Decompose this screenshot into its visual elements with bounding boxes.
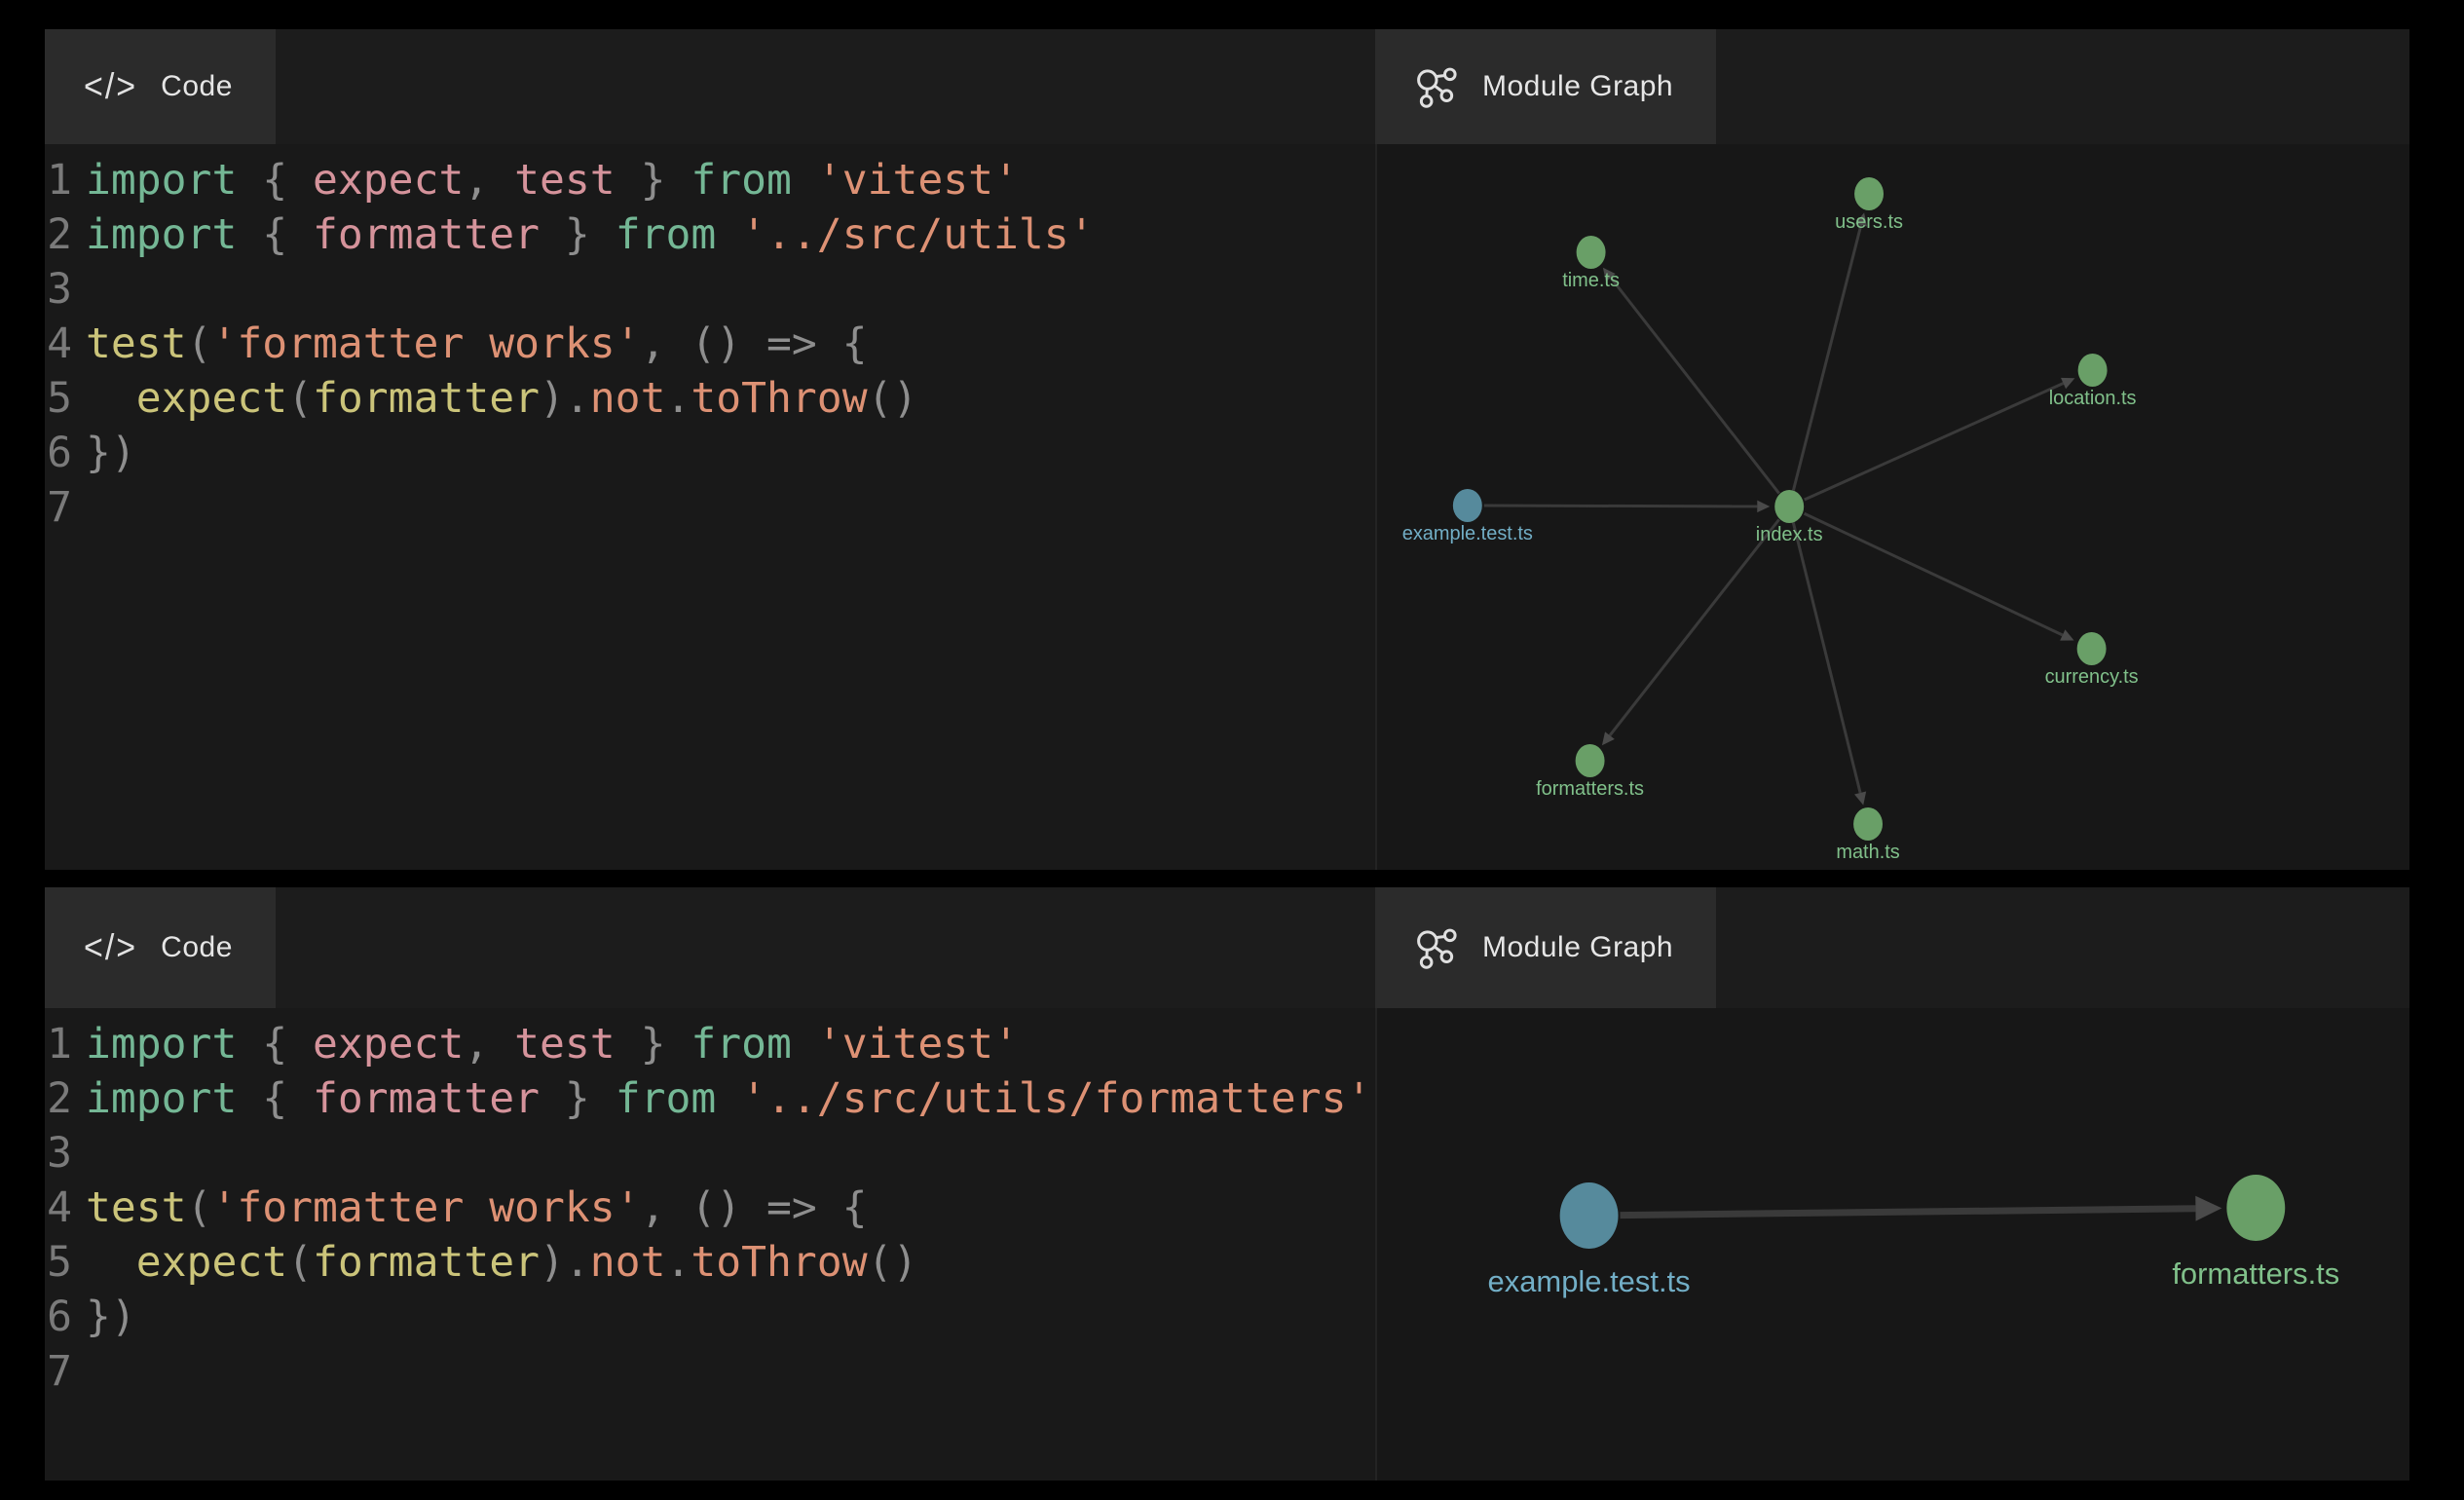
app-window: </> Code 1 import { expect, test } from '… [0,0,2464,1500]
module-graph-svg: example.test.ts index.ts users.ts time.ts lo… [1377,144,2409,870]
graph-edge [1793,225,1860,491]
graph-node-currency.ts[interactable] [2077,632,2107,665]
graph-node-label: location.ts [2049,388,2137,409]
graph-node-example.test.ts[interactable] [1560,1182,1619,1249]
graph-node-label: currency.ts [2045,666,2139,688]
graph-edge [1805,384,2064,501]
code-line: 3 [45,262,1375,317]
code-text: import { expect, test } from 'vitest' [86,153,1019,207]
code-line: 4 test('formatter works', () => { [45,317,1375,371]
graph-node-label: time.ts [1562,270,1620,291]
code-line: 7 [45,480,1375,535]
graph-node-label: formatters.ts [1536,778,1644,800]
tab-module-graph-label: Module Graph [1482,931,1673,964]
tab-module-graph-label: Module Graph [1482,70,1673,103]
code-line: 5 expect(formatter).not.toThrow() [45,1235,1375,1290]
code-line: 2 import { formatter } from '../src/utils… [45,207,1375,262]
module-graph-svg: example.test.ts formatters.ts [1377,1008,2409,1481]
graph-tab-strip: Module Graph [1375,887,2409,1008]
line-number: 2 [45,207,72,262]
line-number: 7 [45,480,72,535]
module-graph-panel: Module Graph example.test.ts formatters.t… [1375,887,2409,1481]
graph-node-label: example.test.ts [1488,1264,1691,1298]
line-number: 5 [45,371,72,426]
code-line: 6}) [45,1290,1375,1344]
code-text: import { expect, test } from 'vitest' [86,1017,1019,1071]
code-editor[interactable]: 1 import { expect, test } from 'vitest' 2i… [45,1008,1375,1481]
code-panel: </> Code 1 import { expect, test } from '… [45,29,1375,870]
code-line: 7 [45,1344,1375,1399]
tab-module-graph[interactable]: Module Graph [1375,29,1716,144]
tab-code[interactable]: </> Code [45,29,276,144]
line-number: 3 [45,1126,72,1181]
graph-node-label: formatters.ts [2172,1256,2339,1291]
graph-node-example.test.ts[interactable] [1453,489,1482,522]
code-tab-strip: </> Code [45,887,1375,1008]
code-text: import { formatter } from '../src/utils/… [86,1071,1371,1126]
graph-tab-strip: Module Graph [1375,29,2409,144]
section-top: </> Code 1 import { expect, test } from '… [45,29,2409,870]
code-line: 1 import { expect, test } from 'vitest' [45,153,1375,207]
code-text: }) [86,1290,136,1344]
code-text: import { formatter } from '../src/utils' [86,207,1095,262]
graph-node-location.ts[interactable] [2078,354,2108,387]
graph-node-index.ts[interactable] [1774,490,1804,523]
module-graph-icon [1414,64,1459,109]
code-text: }) [86,426,136,480]
graph-edge [1793,522,1860,792]
module-graph-panel: Module Graph example.test.ts index.ts user… [1375,29,2409,870]
line-number: 7 [45,1344,72,1399]
graph-node-math.ts[interactable] [1853,807,1883,841]
code-icon: </> [84,927,137,968]
line-number: 3 [45,262,72,317]
code-text: test('formatter works', () => { [86,317,868,371]
code-text: test('formatter works', () => { [86,1181,868,1235]
code-editor[interactable]: 1 import { expect, test } from 'vitest' 2i… [45,144,1375,870]
code-line: 1 import { expect, test } from 'vitest' [45,1017,1375,1071]
graph-node-label: index.ts [1756,524,1823,545]
section-bottom: </> Code 1 import { expect, test } from '… [45,887,2409,1481]
graph-node-label: math.ts [1836,842,1899,863]
module-graph-canvas[interactable]: example.test.ts index.ts users.ts time.ts lo… [1375,144,2409,870]
line-number: 1 [45,1017,72,1071]
line-number: 2 [45,1071,72,1126]
graph-edge [1805,513,2063,635]
module-graph-canvas[interactable]: example.test.ts formatters.ts [1375,1008,2409,1481]
main-content: </> Code 1 import { expect, test } from '… [45,29,2409,1481]
module-graph-icon [1414,925,1459,970]
code-tab-strip: </> Code [45,29,1375,144]
code-line: 4 test('formatter works', () => { [45,1181,1375,1235]
graph-node-time.ts[interactable] [1577,236,1606,269]
tab-code[interactable]: </> Code [45,887,276,1008]
line-number: 4 [45,1181,72,1235]
graph-node-users.ts[interactable] [1854,177,1884,210]
code-line: 6}) [45,426,1375,480]
code-text: expect(formatter).not.toThrow() [86,1235,917,1290]
code-line: 3 [45,1126,1375,1181]
graph-arrowhead-icon [1757,501,1770,512]
graph-node-formatters.ts[interactable] [1576,744,1605,777]
graph-edge [1610,519,1779,735]
tab-code-label: Code [161,931,233,964]
code-icon: </> [84,66,137,107]
line-number: 4 [45,317,72,371]
line-number: 1 [45,153,72,207]
line-number: 5 [45,1235,72,1290]
graph-edge [1621,1209,2196,1216]
code-line: 2 import { formatter } from '../src/utils… [45,1071,1375,1126]
line-number: 6 [45,426,72,480]
code-text: expect(formatter).not.toThrow() [86,371,917,426]
graph-node-label: users.ts [1835,211,1903,233]
graph-edge [1611,278,1779,494]
graph-arrowhead-icon [2195,1196,2221,1221]
tab-module-graph[interactable]: Module Graph [1375,887,1716,1008]
code-panel: </> Code 1 import { expect, test } from '… [45,887,1375,1481]
graph-node-formatters.ts[interactable] [2226,1175,2285,1241]
graph-node-label: example.test.ts [1402,523,1533,544]
code-line: 5 expect(formatter).not.toThrow() [45,371,1375,426]
line-number: 6 [45,1290,72,1344]
tab-code-label: Code [161,70,233,103]
graph-arrowhead-icon [1854,791,1866,805]
